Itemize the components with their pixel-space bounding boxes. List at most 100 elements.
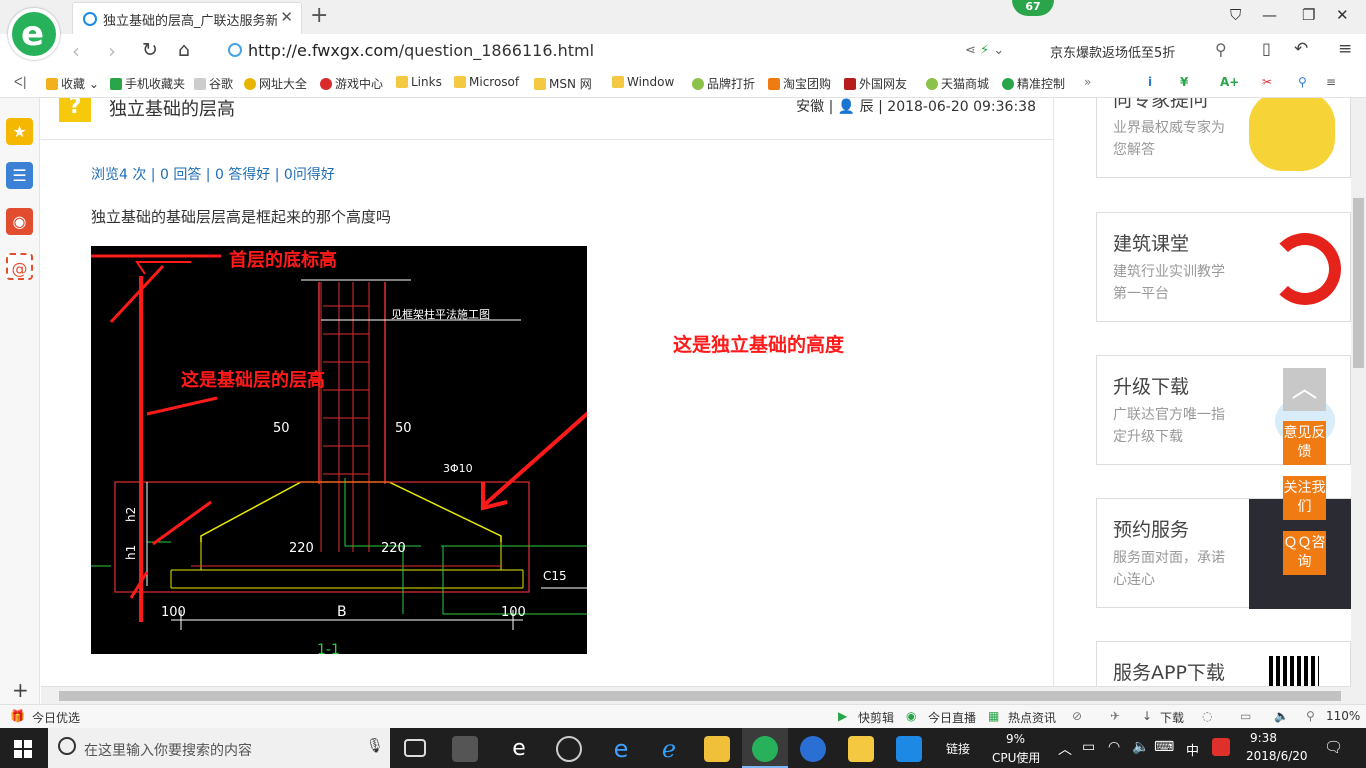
favorites-star-icon[interactable]: ★: [6, 118, 33, 145]
remote-desktop-icon[interactable]: [896, 736, 922, 762]
tray-expand-icon[interactable]: ︿: [1058, 739, 1072, 759]
bookmark-item[interactable]: 品牌打折: [692, 75, 755, 92]
weibo-icon[interactable]: ◉: [6, 208, 33, 235]
news-list-icon[interactable]: ☰: [6, 162, 33, 189]
feedback-button[interactable]: 意见反馈: [1283, 421, 1326, 465]
restore-button[interactable]: ❐: [1302, 6, 1315, 24]
bookmarks-collapse-icon[interactable]: ᐸ|: [14, 75, 27, 89]
zoom-level[interactable]: 110%: [1326, 709, 1360, 723]
sogou-icon[interactable]: [1212, 738, 1230, 756]
bookmark-item[interactable]: 手机收藏夹: [110, 75, 185, 92]
horizontal-scroll-thumb[interactable]: [59, 691, 1341, 701]
update-badge[interactable]: 67: [1012, 0, 1054, 16]
file-explorer-icon[interactable]: [704, 736, 730, 762]
back-icon[interactable]: ‹: [72, 39, 80, 63]
volume-tray-icon[interactable]: 🔈: [1132, 739, 1149, 755]
browser-logo[interactable]: e: [8, 8, 60, 60]
search-promo-text[interactable]: 京东爆款返场低至5折: [1050, 42, 1175, 61]
search-icon[interactable]: ⚲: [1215, 40, 1227, 59]
speed-icon[interactable]: ⊘: [1072, 709, 1082, 723]
qq-consult-button[interactable]: ＱＱ咨询: [1283, 531, 1326, 575]
more-bookmarks-icon[interactable]: »: [1084, 75, 1091, 89]
bookmark-item[interactable]: 外国网友: [844, 75, 907, 92]
new-tab-button[interactable]: +: [310, 3, 328, 28]
browser-tab[interactable]: 独立基础的层高_广联达服务新干线 ✕: [72, 2, 302, 34]
shield-icon[interactable]: ¥: [1180, 75, 1188, 89]
ime-indicator[interactable]: 中: [1186, 740, 1199, 759]
browser-2345-icon[interactable]: [752, 736, 778, 762]
close-window-button[interactable]: ✕: [1336, 6, 1349, 24]
bookmark-item[interactable]: 淘宝团购: [768, 75, 831, 92]
wifi-icon[interactable]: ◠: [1108, 739, 1120, 755]
left-sidebar: ★ ☰ ◉ @ +: [0, 98, 40, 704]
live-link[interactable]: 今日直播: [928, 709, 976, 726]
refresh-icon[interactable]: ↻: [142, 39, 158, 61]
address-bar[interactable]: http://e.fwxgx.com/question_1866116.html: [228, 41, 594, 60]
share-icon[interactable]: ⋖ ⚡ ⌄: [965, 43, 1004, 58]
home-icon[interactable]: ⌂: [178, 39, 190, 61]
links-toolbar[interactable]: 链接: [946, 740, 970, 757]
notification-icon[interactable]: 🗨: [1324, 738, 1343, 756]
notes-app-icon[interactable]: [848, 736, 874, 762]
internet-explorer-icon[interactable]: ℯ: [656, 736, 682, 762]
question-user[interactable]: 辰: [860, 99, 874, 115]
vertical-scrollbar[interactable]: [1351, 98, 1366, 704]
microphone-icon[interactable]: 🎙: [366, 738, 384, 754]
close-tab-icon[interactable]: ✕: [280, 8, 293, 26]
news-link[interactable]: 热点资讯: [1008, 709, 1056, 726]
bookmark-item[interactable]: Window: [612, 75, 674, 89]
scissors-icon[interactable]: ✂: [1262, 75, 1272, 89]
find-icon[interactable]: ⚲: [1298, 75, 1307, 89]
kuaijianji-link[interactable]: 快剪辑: [858, 709, 894, 726]
edge-icon[interactable]: e: [608, 736, 634, 762]
volume-icon[interactable]: 🔈: [1274, 709, 1289, 723]
taskbar-search-box[interactable]: 在这里输入你要搜索的内容 🎙: [48, 728, 390, 768]
undo-icon[interactable]: ↶: [1294, 39, 1308, 59]
bookmark-item[interactable]: 游戏中心: [320, 75, 383, 92]
today-picks-link[interactable]: 今日优选: [32, 709, 80, 726]
bookmark-item[interactable]: 网址大全: [244, 75, 307, 92]
bookmark-item[interactable]: Microsof: [454, 75, 519, 89]
glodon-g-icon[interactable]: [800, 736, 826, 762]
browser-icon[interactable]: ◌: [1202, 709, 1212, 723]
minimize-button[interactable]: —: [1262, 6, 1277, 24]
download-link[interactable]: 下载: [1160, 709, 1184, 726]
horizontal-scrollbar[interactable]: [41, 686, 1351, 704]
extension-icon[interactable]: ⅰ: [1148, 75, 1152, 89]
translate-icon[interactable]: A+: [1220, 75, 1239, 89]
card-course[interactable]: 建筑课堂 建筑行业实训教学第一平台: [1096, 212, 1351, 322]
pin-icon[interactable]: ✈: [1110, 709, 1120, 723]
shirt-skin-icon[interactable]: ⛉: [1230, 6, 1241, 24]
windows-start-icon[interactable]: [14, 740, 32, 758]
notify-app-icon[interactable]: [556, 736, 582, 762]
battery-icon[interactable]: ▭: [1082, 739, 1095, 755]
more-tools-icon[interactable]: ≡: [1326, 75, 1336, 89]
question-mark-icon: ?: [59, 98, 91, 122]
bookmark-item[interactable]: MSN 网: [534, 75, 592, 92]
phone-icon[interactable]: ▯: [1262, 39, 1271, 58]
add-sidebar-icon[interactable]: +: [12, 678, 29, 702]
back-to-top-button[interactable]: ︿: [1283, 368, 1326, 411]
download-icon: ↓: [1142, 709, 1153, 723]
card-expert[interactable]: 向专家提问 业界最权威专家为您解答: [1096, 98, 1351, 178]
bookmark-item[interactable]: 精准控制: [1002, 75, 1065, 92]
bookmark-item[interactable]: Links: [396, 75, 442, 89]
keyboard-icon[interactable]: ⌨: [1154, 739, 1174, 755]
menu-icon[interactable]: ≡: [1338, 39, 1352, 59]
bookmark-item[interactable]: 天猫商城: [926, 75, 989, 92]
task-view-icon[interactable]: [404, 739, 426, 757]
email-icon[interactable]: @: [6, 253, 33, 280]
clock-date[interactable]: 2018/6/20: [1246, 749, 1308, 763]
ie-edge-icon[interactable]: e: [506, 736, 532, 762]
forward-icon[interactable]: ›: [108, 39, 116, 63]
site-favicon-icon: [83, 12, 97, 26]
question-region[interactable]: 安徽: [796, 99, 824, 115]
bookmark-item[interactable]: 谷歌: [194, 75, 233, 92]
vertical-scroll-thumb[interactable]: [1353, 198, 1364, 368]
app-pinwheel-icon[interactable]: [452, 736, 478, 762]
bookmark-item[interactable]: 收藏 ⌄: [46, 75, 99, 92]
window-icon[interactable]: ▭: [1240, 709, 1251, 723]
follow-button[interactable]: 关注我们: [1283, 476, 1326, 520]
clock-time[interactable]: 9:38: [1250, 731, 1277, 745]
card-app-download[interactable]: 服务APP下载: [1096, 641, 1351, 686]
